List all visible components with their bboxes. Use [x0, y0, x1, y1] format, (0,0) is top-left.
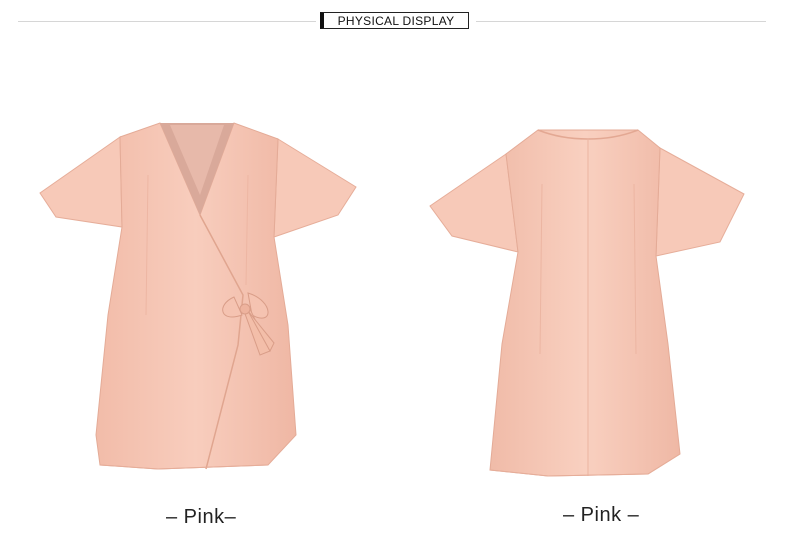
product-image-back	[428, 124, 748, 480]
section-title: PHYSICAL DISPLAY	[320, 12, 469, 29]
caption-back: – Pink –	[563, 504, 640, 526]
header-rule-right	[476, 21, 766, 22]
product-image-front	[38, 115, 360, 477]
header-rule-left	[18, 21, 316, 22]
caption-front: – Pink–	[166, 506, 237, 528]
